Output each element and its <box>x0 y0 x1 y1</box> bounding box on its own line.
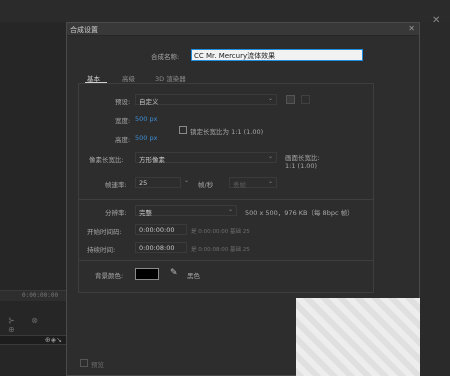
resolution-value: 完整 <box>139 209 152 217</box>
pixel-aspect-select[interactable]: 方形像素 ⌄ <box>135 152 277 164</box>
frame-rate-dropdown-icon[interactable]: ⌄ <box>184 177 189 184</box>
background-color-label: 背景颜色: <box>95 272 124 280</box>
pixelated-watermark-area <box>296 298 420 376</box>
pixel-aspect-label: 像素长宽比: <box>89 156 124 164</box>
preview-label: 预览 <box>91 361 104 369</box>
start-timecode-value: 0:00:00:00 <box>139 226 175 234</box>
frame-rate-unit: 帧/秒 <box>198 181 214 189</box>
layer-switch-icons[interactable]: ⊕◈↘ <box>45 336 62 344</box>
frame-rate-input[interactable]: 25 <box>135 177 181 188</box>
height-label: 高度: <box>115 136 131 144</box>
close-icon[interactable]: ✕ <box>432 15 440 26</box>
frame-aspect-value: 1:1 (1.00) <box>285 162 318 170</box>
timeline-tool-icons[interactable]: ⊱ ⊗ ⊕ <box>8 316 66 334</box>
tab-3d-renderer[interactable]: 3D 渲染器 <box>155 73 186 83</box>
frame-rate-label: 帧速率: <box>105 181 127 189</box>
right-panel <box>420 22 450 376</box>
frame-rate-value: 25 <box>139 179 148 187</box>
preset-value: 自定义 <box>139 98 159 106</box>
chevron-down-icon: ⌄ <box>227 206 233 213</box>
duration-label: 持续时间: <box>87 246 116 254</box>
background-color-swatch[interactable] <box>135 268 159 280</box>
timecode-bar: 0:00:00:00 <box>0 290 66 301</box>
chevron-down-icon: ⌄ <box>267 178 273 185</box>
resolution-label: 分辨率: <box>105 209 127 217</box>
start-timecode-input[interactable]: 0:00:00:00 <box>135 224 187 235</box>
pixel-aspect-value: 方形像素 <box>139 156 165 164</box>
comp-name-label: 合成名称: <box>151 53 180 61</box>
chevron-down-icon: ⌄ <box>267 95 273 102</box>
drop-frame-select: 丢帧 ⌄ <box>229 177 277 189</box>
resolution-info: 500 x 500，976 KB（每 8bpc 帧） <box>245 209 354 217</box>
duration-note: 是 0:00:08:00 基础 25 <box>191 247 250 253</box>
resolution-select[interactable]: 完整 ⌄ <box>135 205 237 217</box>
width-label: 宽度: <box>115 117 131 125</box>
dialog-titlebar[interactable]: 合成设置 ✕ <box>67 23 419 36</box>
duration-value: 0:00:08:00 <box>139 244 175 252</box>
save-preset-icon[interactable] <box>286 95 295 104</box>
divider <box>79 260 373 261</box>
preset-label: 预设: <box>115 98 131 106</box>
lock-aspect-checkbox[interactable] <box>179 126 187 134</box>
duration-input[interactable]: 0:00:08:00 <box>135 242 187 253</box>
app-top-bar <box>0 0 450 22</box>
start-timecode-label: 开始时间码: <box>87 228 122 236</box>
layer-strip: ⊕◈↘ <box>0 335 66 345</box>
background-color-name: 黑色 <box>187 272 200 280</box>
width-value[interactable]: 500 px <box>135 115 157 123</box>
timecode-display[interactable]: 0:00:00:00 <box>22 292 58 299</box>
chevron-down-icon: ⌄ <box>267 153 273 160</box>
comp-name-input[interactable]: CC Mr. Mercury流体效果 <box>191 49 363 61</box>
divider <box>79 199 373 200</box>
eyedropper-icon[interactable]: ✎ <box>170 268 178 278</box>
preset-select[interactable]: 自定义 ⌄ <box>135 94 277 106</box>
timeline-panel: 0:00:00:00 ⊱ ⊗ ⊕ ⊕◈↘ <box>0 22 66 376</box>
lock-aspect-label: 锁定长宽比为 1:1 (1.00) <box>190 128 264 136</box>
frame-aspect-label: 画面长宽比: <box>285 154 320 162</box>
preview-checkbox[interactable] <box>80 359 88 367</box>
tab-advanced[interactable]: 高级 <box>122 73 135 83</box>
start-timecode-note: 是 0:00:00:00 基础 25 <box>191 229 250 235</box>
dialog-close-icon[interactable]: ✕ <box>408 24 415 33</box>
delete-preset-icon[interactable] <box>301 95 310 104</box>
height-value[interactable]: 500 px <box>135 134 157 142</box>
dialog-title: 合成设置 <box>70 26 98 34</box>
drop-frame-value: 丢帧 <box>233 181 246 189</box>
